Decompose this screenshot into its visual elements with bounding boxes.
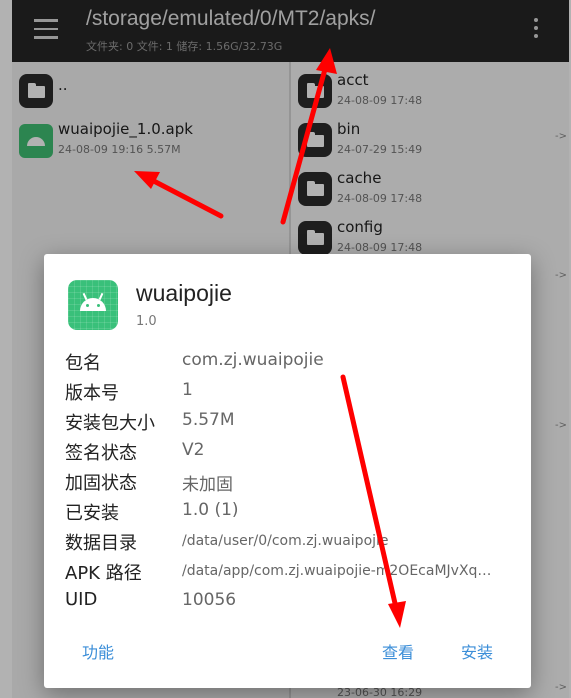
- android-app-icon: [68, 280, 118, 330]
- info-value[interactable]: /data/user/0/com.zj.wuaipojie: [182, 533, 389, 549]
- info-row-size: 安装包大小 5.57M: [65, 407, 515, 437]
- info-label: 包名: [65, 353, 101, 374]
- apk-info-dialog: wuaipojie 1.0 包名 com.zj.wuaipojie 版本号 1 …: [44, 254, 531, 688]
- app-name: wuaipojie: [136, 280, 232, 306]
- view-button[interactable]: 查看: [382, 639, 414, 663]
- info-value: 未加固: [182, 475, 233, 495]
- info-value: V2: [182, 440, 205, 460]
- info-label: 签名状态: [65, 443, 137, 464]
- info-row-installed: 已安装 1.0 (1): [65, 497, 515, 527]
- info-row-uid: UID 10056: [65, 587, 515, 617]
- info-label: UID: [65, 589, 98, 610]
- info-row-signature: 签名状态 V2: [65, 437, 515, 467]
- info-value[interactable]: /data/app/com.zj.wuaipojie-m2OEcaMJvXq…: [182, 563, 491, 579]
- screen: /storage/emulated/0/MT2/apks/ 文件夹: 0 文件:…: [0, 0, 571, 698]
- info-value: 10056: [182, 590, 237, 610]
- info-row-protection: 加固状态 未加固: [65, 467, 515, 497]
- info-label: APK 路径: [65, 563, 142, 584]
- app-version: 1.0: [136, 314, 157, 329]
- info-label: 数据目录: [65, 533, 137, 554]
- info-label: 加固状态: [65, 473, 137, 494]
- info-label: 安装包大小: [65, 413, 155, 434]
- apk-info-list: 包名 com.zj.wuaipojie 版本号 1 安装包大小 5.57M 签名…: [65, 347, 515, 617]
- info-value: 5.57M: [182, 410, 235, 430]
- function-button[interactable]: 功能: [82, 639, 114, 663]
- info-row-version-code: 版本号 1: [65, 377, 515, 407]
- install-button[interactable]: 安装: [461, 639, 493, 663]
- info-label: 版本号: [65, 383, 119, 404]
- info-label: 已安装: [65, 503, 119, 524]
- info-row-data-dir: 数据目录 /data/user/0/com.zj.wuaipojie: [65, 527, 515, 557]
- info-row-apk-path: APK 路径 /data/app/com.zj.wuaipojie-m2OEca…: [65, 557, 515, 587]
- info-value: 1: [182, 380, 193, 400]
- info-value: com.zj.wuaipojie: [182, 350, 324, 370]
- info-row-package: 包名 com.zj.wuaipojie: [65, 347, 515, 377]
- info-value: 1.0 (1): [182, 500, 239, 520]
